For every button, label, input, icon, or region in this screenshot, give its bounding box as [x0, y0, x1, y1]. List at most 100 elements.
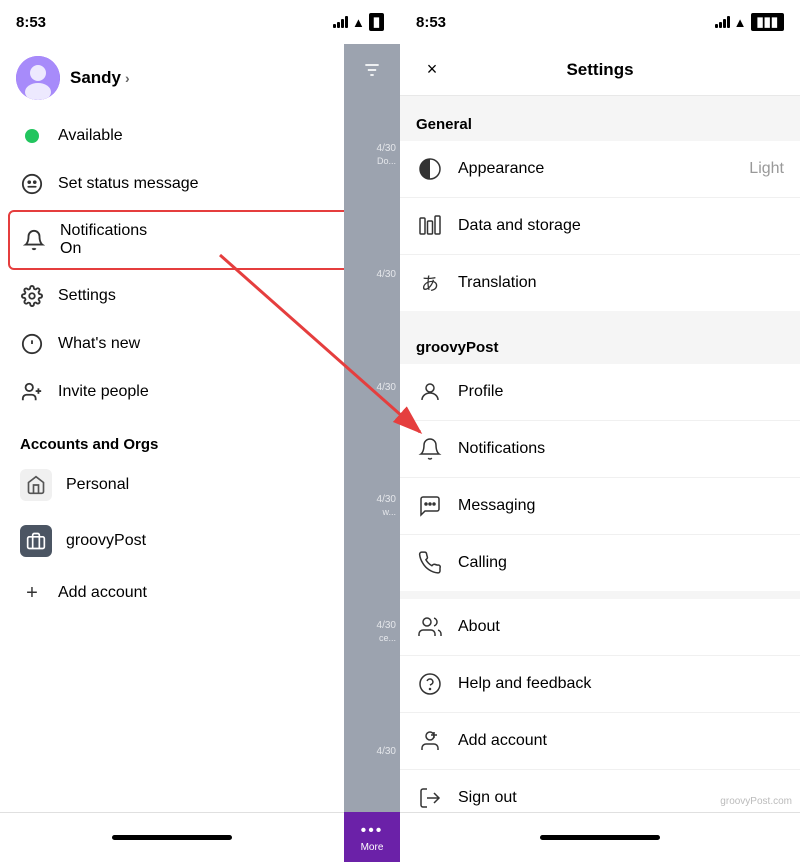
settings-notifications-label: Notifications [458, 440, 784, 458]
status-bar-right: 8:53 ▲ ▮▮▮ [400, 0, 800, 44]
settings-title: Settings [448, 60, 752, 80]
calling-label: Calling [458, 554, 784, 572]
settings-content: General Appearance Light [400, 96, 800, 812]
time-left: 8:53 [16, 14, 46, 31]
menu-item-status[interactable]: Set status message [0, 160, 400, 208]
groovypost-section-label: groovyPost [400, 319, 800, 364]
help-row[interactable]: Help and feedback [400, 656, 800, 713]
chat-date-6: 4/30 [348, 745, 396, 758]
available-label: Available [58, 127, 123, 145]
groovypost-label: groovyPost [66, 532, 146, 550]
more-button[interactable]: ••• More [344, 812, 400, 862]
profile-label: Profile [458, 383, 784, 401]
filter-icon [344, 52, 400, 88]
appearance-label: Appearance [458, 160, 735, 178]
menu-item-invite[interactable]: Invite people [0, 368, 400, 416]
wifi-icon: ▲ [352, 15, 365, 30]
appearance-row[interactable]: Appearance Light [400, 141, 800, 198]
notifications-label: Notifications [60, 222, 147, 240]
add-account-row[interactable]: Add account [400, 713, 800, 770]
bottom-nav-right [400, 812, 800, 862]
signout-icon [416, 784, 444, 812]
signal-icon [333, 16, 348, 28]
user-section[interactable]: Sandy › [0, 44, 400, 108]
avatar-image [16, 56, 60, 100]
menu-section: Available Set status message [0, 108, 400, 420]
bottom-nav-left [0, 812, 344, 862]
about-icon [416, 613, 444, 641]
general-section-label: General [400, 96, 800, 141]
add-account-label: Add account [58, 584, 147, 602]
groovypost-card: Profile Notifications [400, 364, 800, 591]
menu-item-whatsnew[interactable]: What's new [0, 320, 400, 368]
messaging-label: Messaging [458, 497, 784, 515]
add-account-item[interactable]: + Add account [0, 569, 400, 617]
available-icon [20, 124, 44, 148]
data-storage-label: Data and storage [458, 217, 784, 235]
status-icon [20, 172, 44, 196]
watermark: groovyPost.com [720, 796, 792, 807]
invite-label: Invite people [58, 383, 149, 401]
settings-icon [20, 284, 44, 308]
appearance-value: Light [749, 160, 784, 178]
avatar [16, 56, 60, 100]
general-card: Appearance Light Data and storage あ [400, 141, 800, 311]
translation-row[interactable]: あ Translation [400, 255, 800, 311]
battery-icon: ▮ [369, 13, 384, 31]
about-label: About [458, 618, 784, 636]
chat-date-3: 4/30 [348, 381, 396, 394]
add-account-icon [416, 727, 444, 755]
menu-item-settings[interactable]: Settings [0, 272, 400, 320]
notifications-sub: On [60, 240, 147, 258]
personal-label: Personal [66, 476, 129, 494]
help-icon [416, 670, 444, 698]
more-dots-icon: ••• [361, 822, 384, 840]
chat-date-4: 4/30w... [348, 493, 396, 519]
profile-icon [416, 378, 444, 406]
status-message-label: Set status message [58, 175, 199, 193]
status-bar-left: 8:53 ▲ ▮ [0, 0, 400, 44]
settings-header: × Settings [400, 44, 800, 96]
translation-icon: あ [416, 269, 444, 297]
about-row[interactable]: About [400, 599, 800, 656]
wifi-icon-right: ▲ [734, 15, 747, 30]
data-storage-row[interactable]: Data and storage [400, 198, 800, 255]
user-name: Sandy › [70, 68, 130, 88]
close-button[interactable]: × [416, 54, 448, 86]
settings-label: Settings [58, 287, 116, 305]
misc-card: About Help and feedback [400, 599, 800, 812]
messaging-icon [416, 492, 444, 520]
home-indicator-left [112, 835, 232, 840]
chat-date-5: 4/30ce... [348, 619, 396, 645]
calling-row[interactable]: Calling [400, 535, 800, 591]
home-indicator-right [540, 835, 660, 840]
status-icons-left: ▲ ▮ [333, 13, 384, 31]
accounts-heading: Accounts and Orgs [0, 420, 400, 457]
personal-icon [20, 469, 52, 501]
translation-label: Translation [458, 274, 784, 292]
menu-item-notifications[interactable]: Notifications On [8, 210, 392, 270]
signal-icon-right [715, 16, 730, 28]
messaging-row[interactable]: Messaging [400, 478, 800, 535]
whatsnew-icon [20, 332, 44, 356]
account-personal[interactable]: Personal [0, 457, 400, 513]
chat-strip: 4/30Do... 4/30 4/30 4/30w... 4/30ce... 4… [344, 44, 400, 812]
calling-icon [416, 549, 444, 577]
left-panel: 8:53 ▲ ▮ Sandy › [0, 0, 400, 862]
menu-item-available[interactable]: Available [0, 112, 400, 160]
status-icons-right: ▲ ▮▮▮ [715, 13, 784, 31]
help-label: Help and feedback [458, 675, 784, 693]
chevron-icon: › [125, 70, 130, 86]
settings-notifications-row[interactable]: Notifications [400, 421, 800, 478]
settings-notifications-icon [416, 435, 444, 463]
more-label: More [361, 842, 384, 853]
profile-row[interactable]: Profile [400, 364, 800, 421]
chat-date-1: 4/30Do... [348, 142, 396, 168]
groovypost-icon [20, 525, 52, 557]
account-groovypost[interactable]: groovyPost ✓ [0, 513, 400, 569]
data-storage-icon [416, 212, 444, 240]
invite-icon [20, 380, 44, 404]
notifications-icon [22, 228, 46, 252]
time-right: 8:53 [416, 14, 446, 31]
appearance-icon [416, 155, 444, 183]
